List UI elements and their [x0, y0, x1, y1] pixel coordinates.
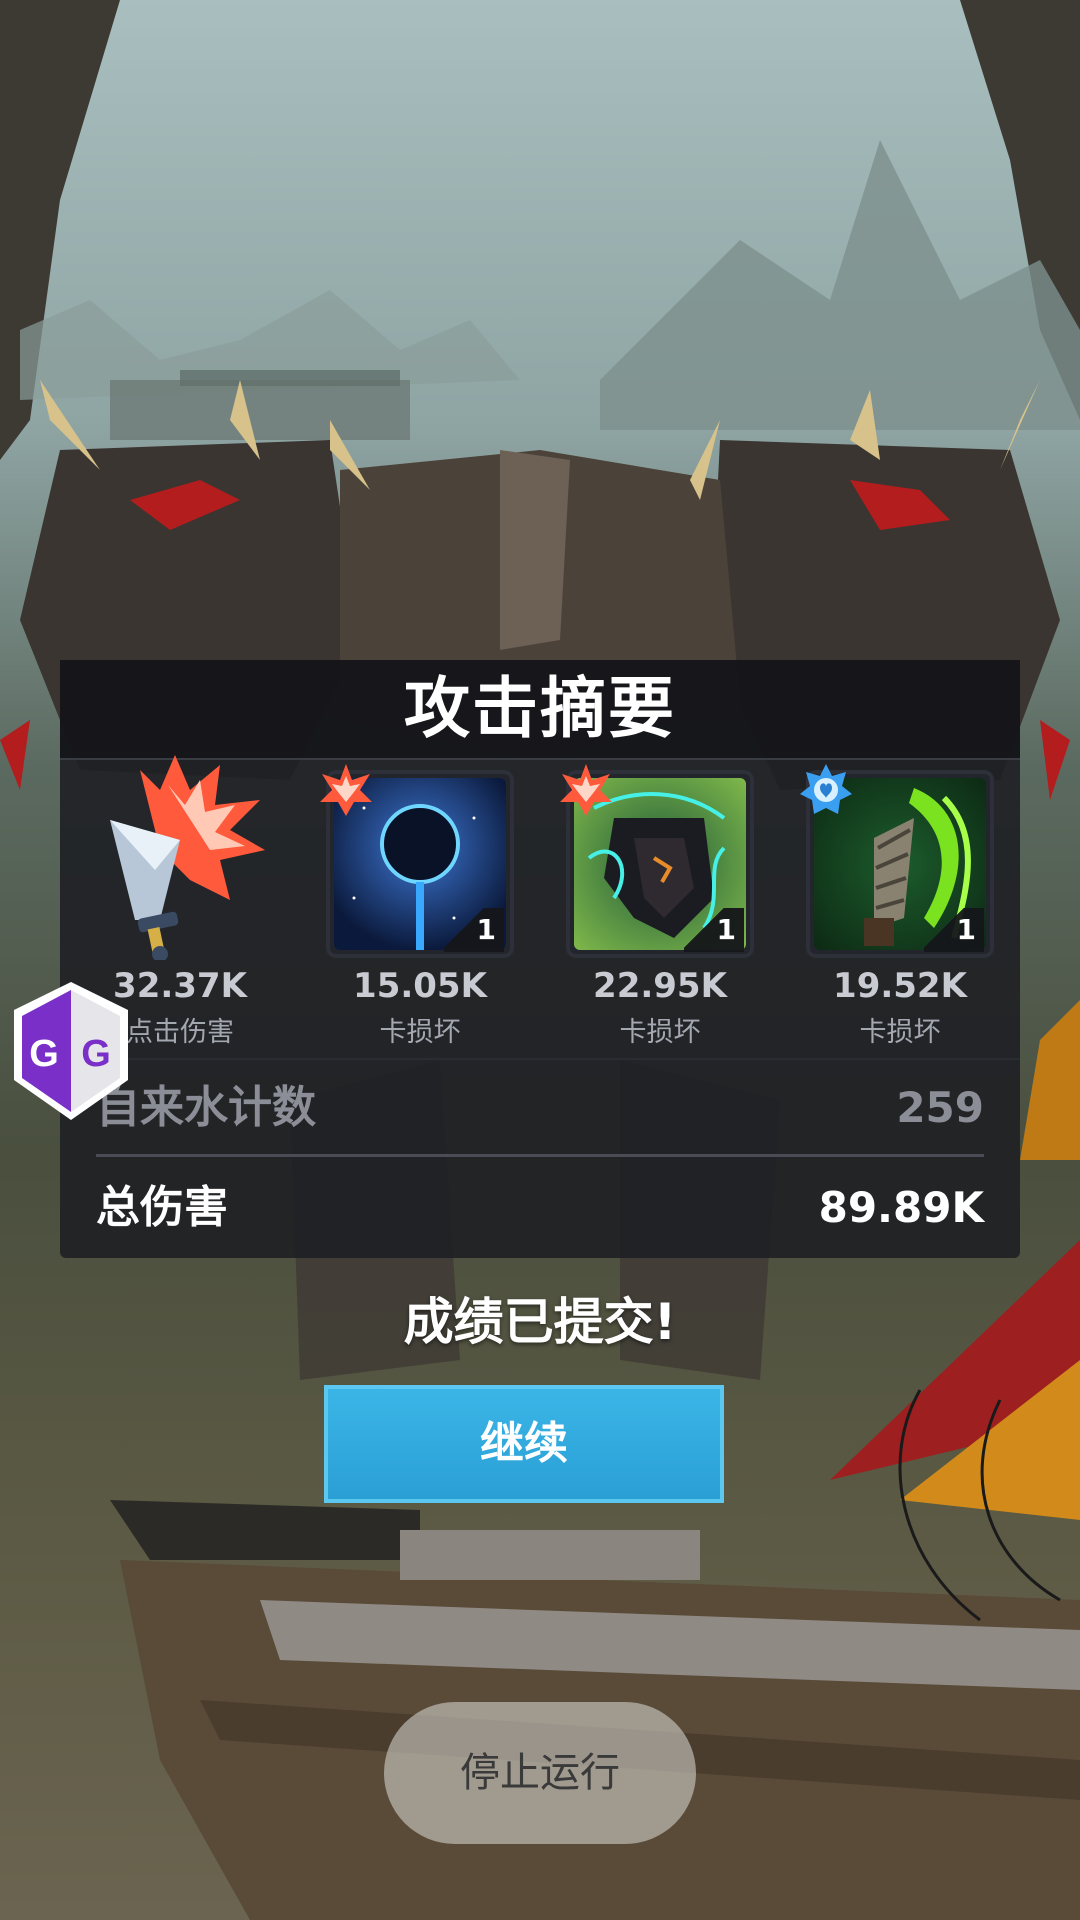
card-count: 1 — [444, 908, 504, 952]
support-badge-icon — [800, 764, 852, 814]
total-damage-label: 总伤害 — [96, 1182, 228, 1233]
panel-title: 攻击摘要 — [60, 660, 1020, 760]
stat-label: 卡损坏 — [619, 1017, 701, 1048]
divider — [60, 1058, 1020, 1060]
fountain-count-row: 自来水计数 259 — [96, 1068, 984, 1148]
card-count: 1 — [924, 908, 984, 952]
sword-burst-icon — [110, 755, 265, 960]
gg-letter-right: G — [81, 1033, 111, 1075]
damage-badge-icon — [560, 764, 612, 816]
stat-label: 卡损坏 — [379, 1017, 461, 1048]
stat-card-poison-blade: 1 19.52K 卡损坏 — [800, 764, 1000, 1048]
divider — [96, 1154, 984, 1157]
stat-card-black-hole: 1 15.05K 卡损坏 — [320, 764, 520, 1048]
stat-label: 卡损坏 — [859, 1017, 941, 1048]
fountain-count-value: 259 — [896, 1083, 984, 1132]
stop-running-button[interactable]: 停止运行 — [384, 1702, 696, 1844]
game-screen: 攻击摘要 32.37K 点击伤害 1 15.05K 卡损坏 1 22.95K 卡… — [0, 0, 1080, 1920]
stat-value: 22.95K — [593, 966, 727, 1006]
gg-letter-left: G — [29, 1033, 59, 1075]
total-damage-row: 总伤害 89.89K — [96, 1168, 984, 1248]
card-count: 1 — [684, 908, 744, 952]
game-guardian-icon[interactable]: G G — [10, 980, 132, 1122]
attack-summary-panel: 攻击摘要 32.37K 点击伤害 1 15.05K 卡损坏 1 22.95K 卡… — [60, 660, 1020, 1258]
total-damage-value: 89.89K — [818, 1183, 984, 1232]
score-submitted-text: 成绩已提交! — [403, 1293, 677, 1351]
stat-card-lightning-beast: 1 22.95K 卡损坏 — [560, 764, 760, 1048]
continue-button[interactable]: 继续 — [324, 1385, 724, 1503]
damage-badge-icon — [320, 764, 372, 816]
stat-value: 19.52K — [833, 966, 967, 1006]
stat-value: 15.05K — [353, 966, 487, 1006]
